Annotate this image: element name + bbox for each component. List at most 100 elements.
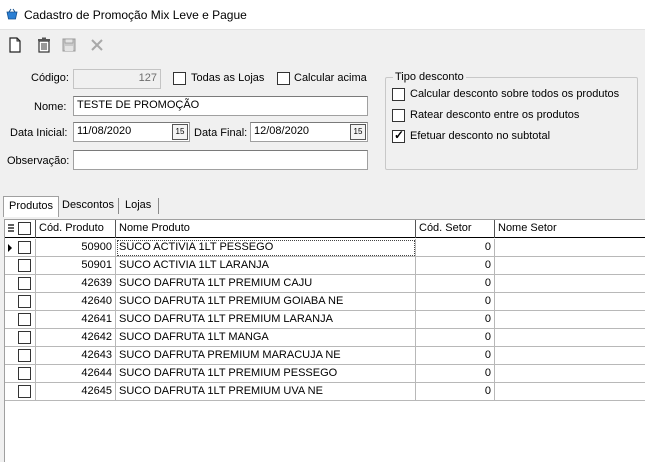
nome-setor-cell[interactable] — [495, 275, 645, 293]
col-nome-produto[interactable]: Nome Produto — [116, 220, 416, 238]
basket-icon — [6, 8, 18, 21]
observacao-field[interactable] — [73, 150, 368, 170]
cancel-icon[interactable] — [89, 36, 107, 54]
table-row[interactable]: 42644 SUCO DAFRUTA 1LT PREMIUM PESSEGO 0 — [5, 365, 645, 383]
codigo-field[interactable]: 127 — [73, 69, 161, 89]
row-checkbox[interactable] — [18, 259, 31, 272]
grid-header: Cód. Produto Nome Produto Cód. Setor Nom… — [5, 220, 645, 238]
save-icon[interactable] — [61, 36, 79, 54]
row-checkbox[interactable] — [18, 241, 31, 254]
cod-produto-cell[interactable]: 50901 — [36, 257, 116, 275]
nome-setor-cell[interactable] — [495, 329, 645, 347]
nome-setor-cell[interactable] — [495, 347, 645, 365]
nome-setor-cell[interactable] — [495, 383, 645, 401]
products-grid: Cód. Produto Nome Produto Cód. Setor Nom… — [4, 219, 645, 462]
cod-produto-cell[interactable]: 42642 — [36, 329, 116, 347]
nome-produto-cell[interactable]: SUCO DAFRUTA 1LT PREMIUM CAJU — [116, 275, 416, 293]
nome-produto-cell[interactable]: SUCO DAFRUTA PREMIUM MARACUJA NE — [116, 347, 416, 365]
cod-setor-cell[interactable]: 0 — [416, 275, 495, 293]
nome-produto-cell[interactable]: SUCO DAFRUTA 1LT PREMIUM PESSEGO — [116, 365, 416, 383]
nome-setor-cell[interactable] — [495, 365, 645, 383]
cod-setor-cell[interactable]: 0 — [416, 311, 495, 329]
nome-setor-cell[interactable] — [495, 239, 645, 257]
row-checkbox[interactable] — [18, 313, 31, 326]
row-checkbox[interactable] — [18, 349, 31, 362]
data-final-field[interactable]: 12/08/2020 15 — [250, 122, 368, 142]
table-row[interactable]: 42640 SUCO DAFRUTA 1LT PREMIUM GOIABA NE 0 — [5, 293, 645, 311]
row-select-cell[interactable] — [5, 311, 36, 329]
nome-produto-cell[interactable]: SUCO DAFRUTA 1LT PREMIUM UVA NE — [116, 383, 416, 401]
nome-produto-cell[interactable]: SUCO ACTIVIA 1LT PESSEGO — [116, 239, 416, 257]
nome-field[interactable]: TESTE DE PROMOÇÃO — [73, 96, 368, 116]
calcular-acima-checkbox[interactable] — [277, 72, 290, 85]
nome-produto-cell[interactable]: SUCO DAFRUTA 1LT PREMIUM GOIABA NE — [116, 293, 416, 311]
tab-descontos[interactable]: Descontos — [57, 196, 119, 216]
row-select-cell[interactable] — [5, 383, 36, 401]
col-cod-setor[interactable]: Cód. Setor — [416, 220, 495, 238]
nome-setor-cell[interactable] — [495, 293, 645, 311]
todas-lojas-label: Todas as Lojas — [191, 72, 265, 84]
table-row[interactable]: 42639 SUCO DAFRUTA 1LT PREMIUM CAJU 0 — [5, 275, 645, 293]
table-row[interactable]: 42641 SUCO DAFRUTA 1LT PREMIUM LARANJA 0 — [5, 311, 645, 329]
current-row-indicator-icon — [8, 244, 12, 252]
nome-setor-cell[interactable] — [495, 257, 645, 275]
table-row[interactable]: 42642 SUCO DAFRUTA 1LT MANGA 0 — [5, 329, 645, 347]
new-document-icon[interactable] — [7, 36, 25, 54]
nome-produto-cell[interactable]: SUCO DAFRUTA 1LT PREMIUM LARANJA — [116, 311, 416, 329]
select-all-header[interactable] — [5, 220, 36, 238]
nome-produto-cell[interactable]: SUCO DAFRUTA 1LT MANGA — [116, 329, 416, 347]
row-select-cell[interactable] — [5, 239, 36, 257]
col-nome-setor[interactable]: Nome Setor — [495, 220, 645, 238]
subtotal-checkbox[interactable]: ✓ — [392, 129, 405, 143]
cod-setor-cell[interactable]: 0 — [416, 365, 495, 383]
cod-produto-cell[interactable]: 42643 — [36, 347, 116, 365]
cod-setor-cell[interactable]: 0 — [416, 329, 495, 347]
nome-setor-cell[interactable] — [495, 311, 645, 329]
cod-setor-cell[interactable]: 0 — [416, 347, 495, 365]
cod-setor-cell[interactable]: 0 — [416, 239, 495, 257]
tab-produtos[interactable]: Produtos — [3, 196, 60, 217]
list-icon — [8, 224, 14, 237]
title-bar: Cadastro de Promoção Mix Leve e Pague — [0, 0, 645, 30]
select-all-checkbox[interactable] — [18, 222, 31, 235]
tab-separator — [118, 198, 119, 214]
row-checkbox[interactable] — [18, 367, 31, 380]
row-checkbox[interactable] — [18, 295, 31, 308]
cod-produto-cell[interactable]: 42639 — [36, 275, 116, 293]
row-select-cell[interactable] — [5, 293, 36, 311]
ratear-desconto-label: Ratear desconto entre os produtos — [410, 109, 580, 121]
trash-icon[interactable] — [35, 36, 53, 54]
cod-setor-cell[interactable]: 0 — [416, 383, 495, 401]
cod-produto-cell[interactable]: 42645 — [36, 383, 116, 401]
cod-setor-cell[interactable]: 0 — [416, 293, 495, 311]
cod-produto-cell[interactable]: 42644 — [36, 365, 116, 383]
table-row[interactable]: 42643 SUCO DAFRUTA PREMIUM MARACUJA NE 0 — [5, 347, 645, 365]
nome-produto-cell[interactable]: SUCO ACTIVIA 1LT LARANJA — [116, 257, 416, 275]
table-row[interactable]: 50900 SUCO ACTIVIA 1LT PESSEGO 0 — [5, 239, 645, 257]
data-final-label: Data Final: — [194, 127, 248, 139]
row-checkbox[interactable] — [18, 385, 31, 398]
row-select-cell[interactable] — [5, 257, 36, 275]
row-select-cell[interactable] — [5, 329, 36, 347]
row-select-cell[interactable] — [5, 275, 36, 293]
calcular-acima-label: Calcular acima — [294, 72, 367, 84]
ratear-desconto-checkbox[interactable] — [392, 109, 405, 122]
row-checkbox[interactable] — [18, 331, 31, 344]
cod-produto-cell[interactable]: 50900 — [36, 239, 116, 257]
calendar-icon[interactable]: 15 — [172, 124, 188, 140]
row-select-cell[interactable] — [5, 347, 36, 365]
cod-produto-cell[interactable]: 42641 — [36, 311, 116, 329]
calcular-todos-checkbox[interactable] — [392, 88, 405, 101]
data-inicial-label: Data Inicial: — [10, 127, 68, 139]
table-row[interactable]: 50901 SUCO ACTIVIA 1LT LARANJA 0 — [5, 257, 645, 275]
data-inicial-field[interactable]: 11/08/2020 15 — [73, 122, 190, 142]
row-checkbox[interactable] — [18, 277, 31, 290]
todas-lojas-checkbox[interactable] — [173, 72, 186, 85]
row-select-cell[interactable] — [5, 365, 36, 383]
calendar-icon[interactable]: 15 — [350, 124, 366, 140]
cod-setor-cell[interactable]: 0 — [416, 257, 495, 275]
col-cod-produto[interactable]: Cód. Produto — [36, 220, 116, 238]
tab-lojas[interactable]: Lojas — [120, 196, 156, 216]
cod-produto-cell[interactable]: 42640 — [36, 293, 116, 311]
table-row[interactable]: 42645 SUCO DAFRUTA 1LT PREMIUM UVA NE 0 — [5, 383, 645, 401]
